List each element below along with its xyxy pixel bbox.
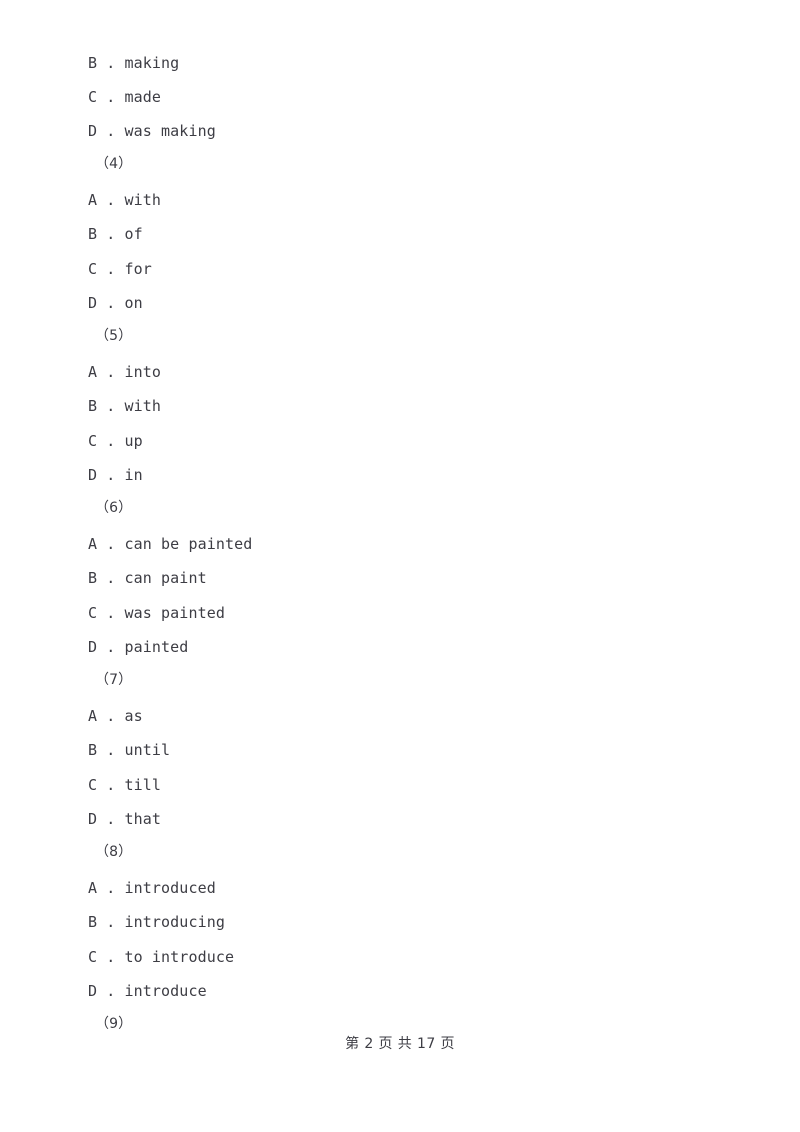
- question-number: （5）: [95, 328, 133, 344]
- answer-option: A . can be painted: [88, 535, 253, 553]
- answer-option: B . introducing: [88, 913, 225, 931]
- answer-option: D . on: [88, 294, 143, 312]
- page-footer: 第 2 页 共 17 页: [345, 1036, 455, 1052]
- answer-option: D . introduce: [88, 982, 207, 1000]
- answer-option: B . can paint: [88, 569, 207, 587]
- answer-option: B . with: [88, 397, 162, 415]
- answer-option: A . introduced: [88, 879, 216, 897]
- question-number: （6）: [95, 500, 133, 516]
- question-number: （8）: [95, 844, 133, 860]
- answer-option: D . painted: [88, 638, 189, 656]
- answer-option: B . of: [88, 225, 143, 243]
- question-number: （7）: [95, 672, 133, 688]
- answer-option: D . that: [88, 810, 162, 828]
- answer-option: C . to introduce: [88, 948, 235, 966]
- question-number: （9）: [95, 1016, 133, 1032]
- answer-option: A . as: [88, 707, 143, 725]
- answer-option: A . with: [88, 191, 162, 209]
- answer-option: C . was painted: [88, 604, 225, 622]
- answer-option: C . up: [88, 432, 143, 450]
- answer-option: B . making: [88, 54, 180, 72]
- answer-option: C . till: [88, 776, 162, 794]
- answer-option: D . was making: [88, 122, 216, 140]
- answer-option: B . until: [88, 741, 171, 759]
- question-number: （4）: [95, 156, 133, 172]
- answer-option: D . in: [88, 466, 143, 484]
- document-page: B . making C . made D . was making （4） A . w…: [0, 0, 800, 1132]
- answer-option: C . made: [88, 88, 162, 106]
- answer-option: C . for: [88, 260, 152, 278]
- answer-option: A . into: [88, 363, 162, 381]
